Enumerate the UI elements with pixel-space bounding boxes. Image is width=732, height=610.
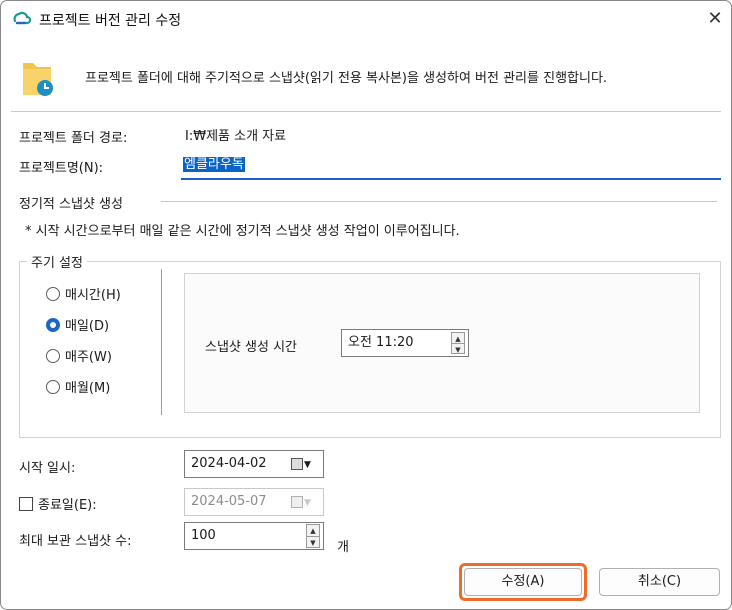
chevron-down-icon[interactable]: ▼ (452, 343, 464, 354)
section-divider (161, 201, 717, 202)
end-date-label: 종료일(E): (38, 498, 97, 513)
chevron-up-icon[interactable]: ▲ (452, 333, 464, 343)
radio-monthly[interactable] (46, 380, 60, 394)
start-date-label: 시작 일시: (19, 461, 76, 476)
cycle-group-title: 주기 설정 (27, 252, 87, 271)
option-daily-label: 매일(D) (65, 319, 110, 334)
start-date-value: 2024-04-02 (191, 456, 267, 471)
window-title: 프로젝트 버전 관리 수정 (39, 13, 182, 29)
end-date-value: 2024-05-07 (191, 494, 267, 509)
cancel-button[interactable]: 취소(C) (599, 568, 720, 596)
folder-path-label: 프로젝트 폴더 경로: (19, 131, 128, 146)
header-divider (11, 111, 721, 112)
radio-hourly[interactable] (46, 287, 60, 301)
project-name-label: 프로젝트명(N): (19, 161, 104, 176)
title-bar: 프로젝트 버전 관리 수정 ✕ (1, 1, 731, 37)
end-date-checkbox[interactable] (19, 497, 33, 511)
radio-weekly[interactable] (46, 349, 60, 363)
max-snapshots-spinner[interactable]: ▲ ▼ (306, 524, 320, 548)
max-snapshots-unit: 개 (337, 540, 349, 555)
start-date-picker[interactable]: 2024-04-02 ▼ (184, 450, 324, 478)
max-snapshots-label: 최대 보관 스냅샷 수: (19, 534, 132, 549)
periodic-note: * 시작 시간으로부터 매일 같은 시간에 정기적 스냅샷 생성 작업이 이루어… (25, 224, 460, 239)
radio-daily[interactable] (46, 318, 60, 332)
time-spinner[interactable]: ▲ ▼ (451, 332, 465, 354)
snapshot-time-value: 오전 11:20 (348, 335, 414, 350)
chevron-down-icon[interactable]: ▼ (307, 536, 319, 547)
snapshot-time-label: 스냅샷 생성 시간 (205, 340, 297, 355)
folder-clock-icon (23, 63, 53, 96)
chevron-up-icon[interactable]: ▲ (307, 525, 319, 536)
option-hourly-label: 매시간(H) (65, 288, 121, 303)
option-monthly-label: 매월(M) (65, 381, 111, 396)
periodic-section-title: 정기적 스냅샷 생성 (19, 197, 123, 212)
cloud-logo-icon (13, 11, 31, 25)
max-snapshots-input[interactable]: 100 (184, 522, 324, 550)
close-icon[interactable]: ✕ (701, 5, 729, 33)
modify-button[interactable]: 수정(A) (464, 568, 582, 596)
snapshot-time-input[interactable]: 오전 11:20 (341, 329, 469, 357)
project-name-input[interactable]: 엠클라우독 (181, 152, 721, 180)
dialog-description: 프로젝트 폴더에 대해 주기적으로 스냅샷(읽기 전용 복사본)을 생성하여 버… (85, 71, 608, 86)
project-name-value: 엠클라우독 (183, 157, 245, 172)
dialog-window: 프로젝트 버전 관리 수정 ✕ 프로젝트 폴더에 대해 주기적으로 스냅샷(읽기… (0, 0, 732, 610)
option-weekly-label: 매주(W) (65, 350, 112, 365)
folder-path-value: I:₩제품 소개 자료 (185, 129, 287, 144)
end-date-picker[interactable]: 2024-05-07 ▼ (184, 488, 324, 516)
cycle-divider (161, 269, 162, 415)
max-snapshots-value: 100 (191, 528, 216, 543)
